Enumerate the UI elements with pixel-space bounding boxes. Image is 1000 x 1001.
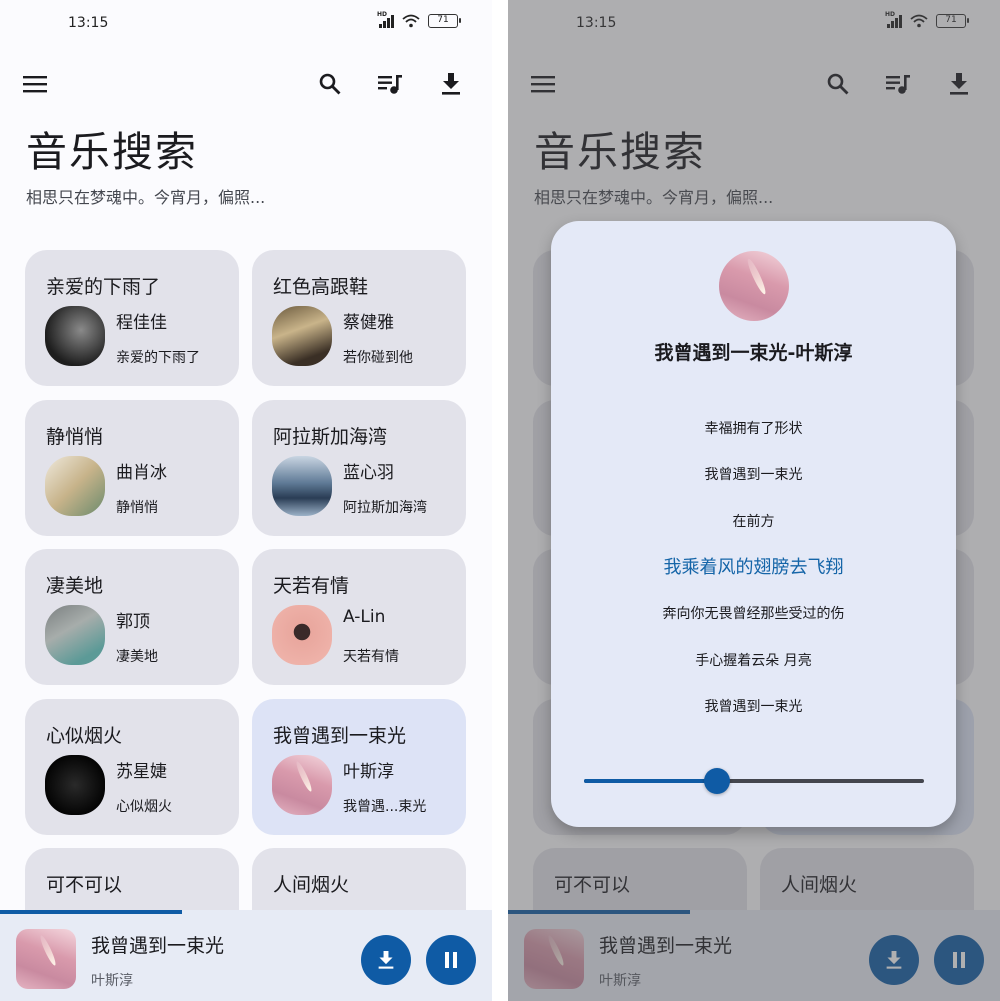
lyric-line: 我曾遇到一束光 [704,699,803,715]
song-title: 阿拉斯加海湾 [273,426,388,448]
playback-progress-fill [0,910,183,914]
search-button[interactable] [308,62,352,106]
song-card[interactable]: 红色高跟鞋 蔡健雅 若你碰到他 [252,250,466,386]
menu-button[interactable] [13,62,57,106]
song-artist: 苏星婕 [116,762,167,782]
song-album: 心似烟火 [116,799,172,815]
album-cover [272,456,332,516]
song-card[interactable]: 心似烟火 苏星婕 心似烟火 [25,699,239,835]
song-title: 心似烟火 [46,725,123,747]
seek-slider[interactable] [584,768,924,794]
download-button[interactable] [429,62,473,106]
lyric-line-current: 我乘着风的翅膀去飞翔 [663,557,844,578]
system-icons: HD 71 [377,11,461,28]
battery-icon: 71 [428,14,461,28]
album-cover [272,605,332,665]
song-artist: 郭顶 [116,612,150,632]
song-artist: 曲肖冰 [116,463,167,483]
queue-button[interactable] [369,62,413,106]
song-card-active[interactable]: 我曾遇到一束光 叶斯淳 我曾遇...束光 [252,699,466,835]
home-screen: 13:15 HD 71 音乐搜索 相思只在梦魂中。今宵月，偏照... 亲爱的下雨… [0,0,492,1001]
song-album: 若你碰到他 [343,350,413,366]
song-artist: 蔡健雅 [343,313,394,333]
song-title: 静悄悄 [46,426,104,448]
song-title: 凄美地 [46,575,104,597]
lyrics-screen: 13:15 HD 71 音乐搜索 相思只在梦魂中。今宵月，偏照... 可不可以 … [508,0,1000,1001]
lyric-line: 我曾遇到一束光 [704,467,803,483]
queue-music-icon [378,75,402,94]
page-subtitle: 相思只在梦魂中。今宵月，偏照... [26,188,266,207]
song-title: 人间烟火 [273,874,350,896]
dialog-cover [719,251,789,321]
status-bar: 13:15 HD 71 [0,0,492,48]
song-album: 凄美地 [116,649,158,665]
song-card[interactable]: 亲爱的下雨了 程佳佳 亲爱的下雨了 [25,250,239,386]
song-title: 可不可以 [46,874,123,896]
lyric-line: 奔向你无畏曾经那些受过的伤 [662,606,845,622]
playback-progress [0,910,492,914]
now-playing-title: 我曾遇到一束光 [91,935,225,957]
song-album: 静悄悄 [116,500,158,516]
song-album: 阿拉斯加海湾 [343,500,427,516]
search-icon [319,73,341,95]
now-playing-artist: 叶斯淳 [91,973,133,989]
seek-thumb[interactable] [703,768,730,794]
dialog-title: 我曾遇到一束光-叶斯淳 [654,342,853,364]
song-album: 天若有情 [343,649,399,665]
pause-icon [445,952,457,968]
wifi-icon [402,14,420,28]
seek-fill [584,779,717,783]
top-app-bar [0,62,492,106]
lyric-line: 在前方 [732,514,775,530]
song-artist: A-Lin [343,607,386,627]
song-title: 红色高跟鞋 [273,276,369,298]
mini-download-button[interactable] [361,935,411,985]
album-cover [45,456,105,516]
song-card[interactable]: 静悄悄 曲肖冰 静悄悄 [25,400,239,536]
signal-icon: HD [377,11,394,28]
song-title: 我曾遇到一束光 [273,725,407,747]
song-card[interactable]: 天若有情 A-Lin 天若有情 [252,549,466,685]
lyrics-dialog: 我曾遇到一束光-叶斯淳 幸福拥有了形状 我曾遇到一束光 在前方 我乘着风的翅膀去… [551,221,956,827]
album-cover [272,755,332,815]
song-artist: 蓝心羽 [343,463,394,483]
lyric-line: 手心握着云朵 月亮 [695,653,812,669]
lyric-line: 幸福拥有了形状 [704,421,803,437]
status-time: 13:15 [68,15,109,31]
song-title: 天若有情 [273,575,350,597]
song-artist: 程佳佳 [116,313,167,333]
album-cover [272,306,332,366]
song-album: 亲爱的下雨了 [116,350,200,366]
menu-icon [23,76,47,93]
song-artist: 叶斯淳 [343,762,394,782]
album-cover [45,605,105,665]
album-cover [45,755,105,815]
mini-player[interactable]: 我曾遇到一束光 叶斯淳 [0,910,492,1001]
download-icon [378,951,394,969]
song-title: 亲爱的下雨了 [46,276,161,298]
download-icon [442,73,460,95]
song-card[interactable]: 凄美地 郭顶 凄美地 [25,549,239,685]
album-cover [45,306,105,366]
song-card[interactable]: 阿拉斯加海湾 蓝心羽 阿拉斯加海湾 [252,400,466,536]
song-album: 我曾遇...束光 [343,799,427,815]
page-title: 音乐搜索 [26,128,198,176]
now-playing-cover [16,929,76,989]
pause-button[interactable] [426,935,476,985]
